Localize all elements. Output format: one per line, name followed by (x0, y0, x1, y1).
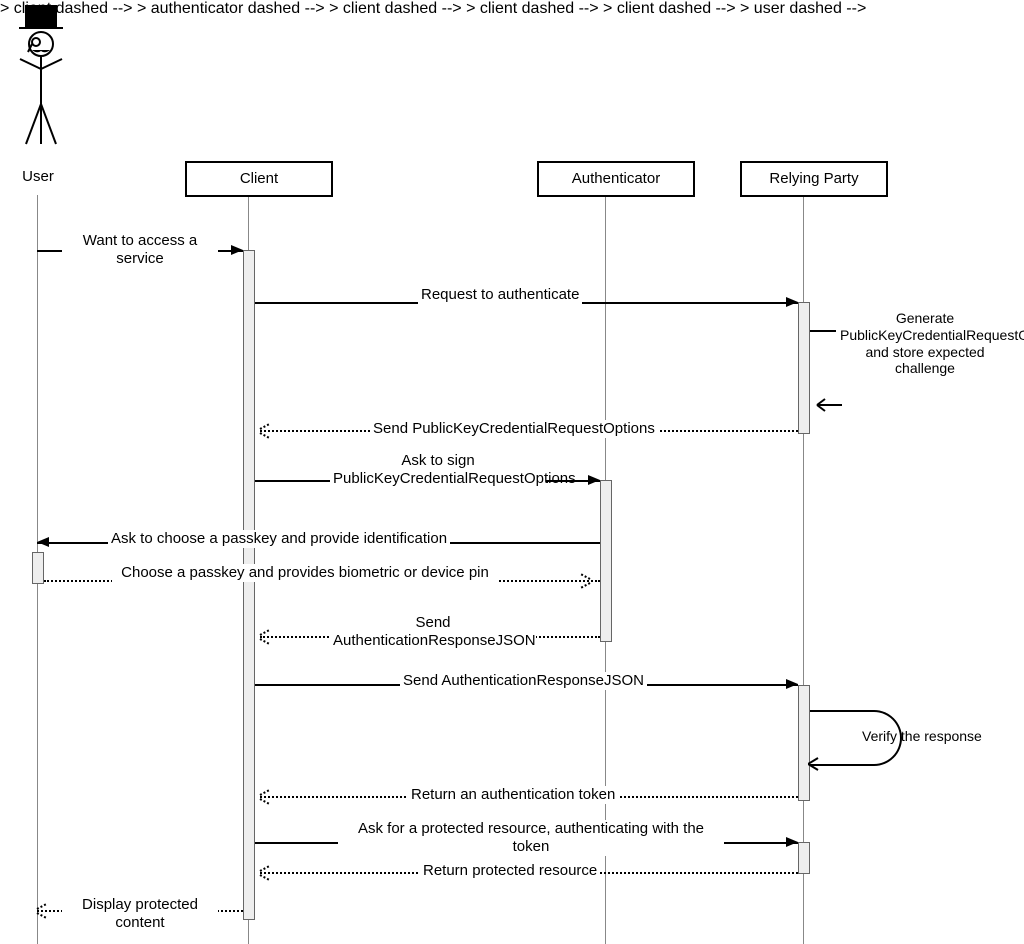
arrowhead-icon (37, 537, 49, 547)
user-label: User (8, 168, 68, 186)
msg-send-authresp-1: Send AuthenticationResponseJSON (330, 614, 536, 650)
activation-rp-3 (798, 842, 810, 874)
activation-client-main (243, 250, 255, 920)
sequence-diagram: User Client Authenticator Relying Party … (0, 0, 1024, 944)
msg-return-token: Return an authentication token (408, 786, 618, 804)
msg-choose-passkey: Choose a passkey and provides biometric … (112, 564, 498, 582)
msg-ask-resource: Ask for a protected resource, authentica… (338, 820, 724, 856)
activation-user (32, 552, 44, 584)
activation-auth (600, 480, 612, 642)
msg-send-authresp-2: Send AuthenticationResponseJSON (400, 672, 647, 690)
msg-return-resource: Return protected resource (420, 862, 600, 880)
msg-ask-sign: Ask to sign PublicKeyCredentialRequestOp… (330, 452, 546, 488)
msg-want-access: Want to access a service (62, 232, 218, 268)
arrowhead-icon (231, 245, 243, 255)
note-generate-options: Generate PublicKeyCredentialRequestOptio… (840, 310, 1010, 377)
participant-authenticator: Authenticator (537, 161, 695, 197)
note-verify: Verify the response (862, 728, 1012, 745)
msg-ask-choose: Ask to choose a passkey and provide iden… (108, 530, 450, 548)
participant-authenticator-label: Authenticator (572, 170, 660, 188)
self-arrow-icon (808, 756, 828, 772)
note-arrowback-icon (812, 395, 842, 415)
participant-relying-party-label: Relying Party (769, 170, 858, 188)
arrowhead-icon (786, 679, 798, 689)
msg-request-auth: Request to authenticate (418, 286, 582, 304)
participant-relying-party: Relying Party (740, 161, 888, 197)
arrowhead-icon (786, 837, 798, 847)
msg-display-content: Display protected content (62, 896, 218, 932)
note-connector (810, 330, 836, 332)
activation-rp-2 (798, 685, 810, 801)
participant-client: Client (185, 161, 333, 197)
arrowhead-icon (588, 475, 600, 485)
activation-rp-1 (798, 302, 810, 434)
arrowhead-icon (786, 297, 798, 307)
user-actor-icon (14, 4, 68, 164)
msg-send-options: Send PublicKeyCredentialRequestOptions (370, 420, 658, 438)
participant-client-label: Client (240, 170, 278, 188)
